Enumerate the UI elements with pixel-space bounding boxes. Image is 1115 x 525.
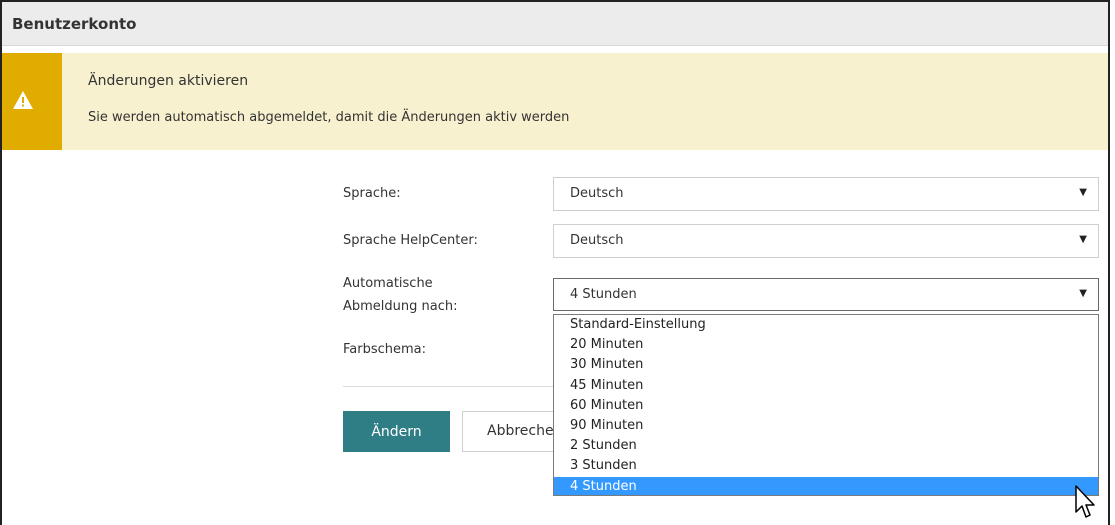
- auto-logout-select[interactable]: 4 Stunden ▼: [553, 278, 1099, 311]
- color-scheme-label: Farbschema:: [343, 342, 427, 357]
- dropdown-option[interactable]: Standard-Einstellung: [554, 315, 1098, 335]
- language-select-value: Deutsch: [570, 186, 624, 201]
- chevron-down-icon: ▼: [1079, 187, 1087, 198]
- dropdown-option[interactable]: 20 Minuten: [554, 335, 1098, 355]
- chevron-down-icon: ▼: [1079, 288, 1087, 299]
- submit-button[interactable]: Ändern: [343, 411, 450, 452]
- chevron-down-icon: ▼: [1079, 234, 1087, 245]
- dropdown-option[interactable]: 3 Stunden: [554, 456, 1098, 476]
- dropdown-option[interactable]: 30 Minuten: [554, 355, 1098, 375]
- alert-title: Änderungen aktivieren: [88, 73, 249, 89]
- auto-logout-label-line2: Abmeldung nach:: [343, 299, 458, 314]
- dropdown-option[interactable]: 90 Minuten: [554, 416, 1098, 436]
- helpcenter-language-select-value: Deutsch: [570, 233, 624, 248]
- dropdown-option[interactable]: 60 Minuten: [554, 396, 1098, 416]
- title-bar: Benutzerkonto: [2, 2, 1108, 46]
- auto-logout-dropdown-list[interactable]: Standard-Einstellung 20 Minuten 30 Minuten…: [553, 314, 1099, 496]
- alert-stripe: [2, 53, 62, 150]
- helpcenter-language-label: Sprache HelpCenter:: [343, 233, 478, 248]
- dropdown-option[interactable]: 45 Minuten: [554, 376, 1098, 396]
- warning-icon: [13, 91, 33, 109]
- window-title: Benutzerkonto: [12, 15, 137, 33]
- mouse-pointer-icon: [1075, 485, 1095, 518]
- alert-message: Sie werden automatisch abgemeldet, damit…: [88, 110, 570, 125]
- dropdown-option[interactable]: 2 Stunden: [554, 436, 1098, 456]
- alert-banner: Änderungen aktivieren Sie werden automat…: [2, 53, 1108, 150]
- auto-logout-label-line1: Automatische: [343, 276, 433, 291]
- helpcenter-language-select[interactable]: Deutsch ▼: [553, 224, 1099, 258]
- language-select[interactable]: Deutsch ▼: [553, 177, 1099, 211]
- form-divider: [343, 386, 553, 387]
- language-label: Sprache:: [343, 186, 401, 201]
- auto-logout-select-value: 4 Stunden: [570, 287, 637, 302]
- dropdown-option[interactable]: 4 Stunden: [554, 476, 1098, 495]
- auto-logout-label: Automatische Abmeldung nach:: [343, 274, 458, 317]
